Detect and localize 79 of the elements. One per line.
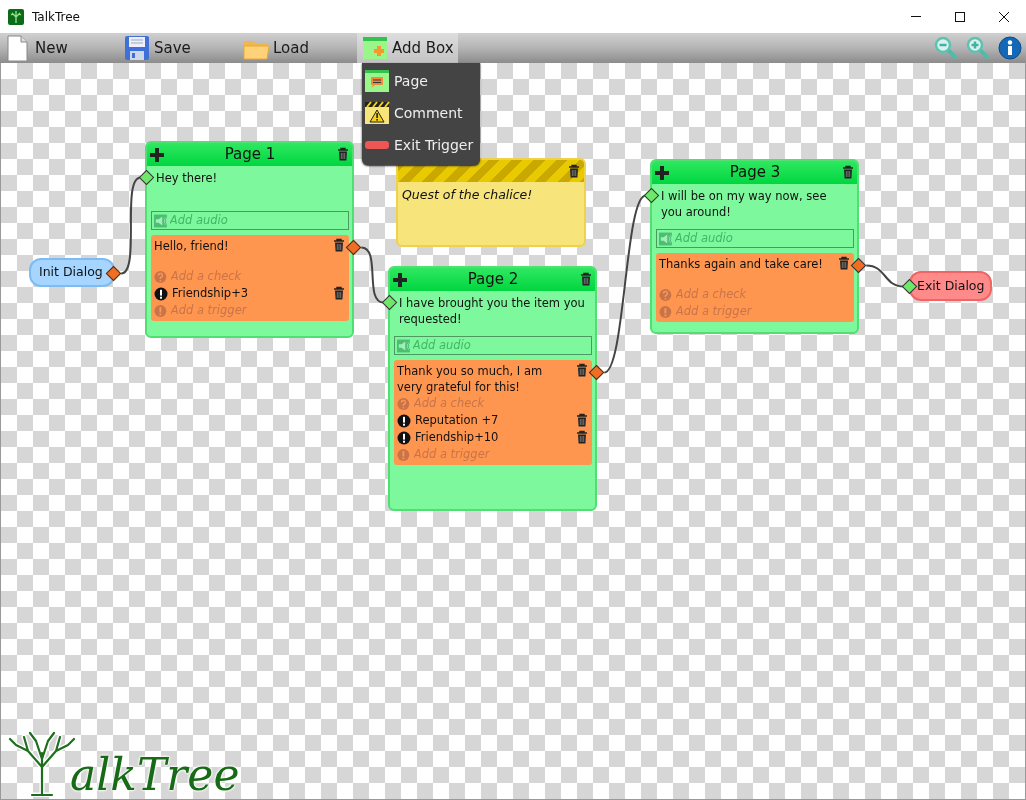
new-button[interactable]: New bbox=[0, 33, 119, 63]
zoom-in-button[interactable] bbox=[966, 36, 990, 60]
exit-node-label: Exit Dialog bbox=[917, 276, 985, 295]
zoom-out-button[interactable] bbox=[934, 36, 958, 60]
document-icon bbox=[5, 35, 31, 61]
question-icon bbox=[659, 287, 672, 302]
menu-item[interactable]: Comment bbox=[362, 97, 480, 129]
response-text: Thank you so much, I am very grateful for this! bbox=[397, 363, 544, 395]
output-port[interactable] bbox=[850, 257, 867, 274]
output-port[interactable] bbox=[345, 239, 362, 256]
alert-icon bbox=[154, 286, 168, 301]
trigger-text: Friendship+3 bbox=[172, 284, 250, 302]
delete-button[interactable] bbox=[575, 413, 589, 428]
delete-button[interactable] bbox=[575, 363, 589, 378]
delete-button[interactable] bbox=[332, 238, 346, 253]
delete-button[interactable] bbox=[837, 256, 851, 271]
add-button[interactable] bbox=[150, 146, 164, 163]
input-port[interactable] bbox=[643, 187, 660, 204]
question-icon bbox=[397, 396, 410, 411]
speaker-icon bbox=[154, 213, 167, 228]
add-box-icon bbox=[362, 35, 388, 61]
maximize-icon bbox=[954, 10, 966, 23]
trigger-text: Reputation +7 bbox=[415, 411, 500, 429]
close-icon bbox=[998, 10, 1010, 23]
question-icon bbox=[154, 269, 167, 284]
warning-icon bbox=[364, 101, 390, 125]
trash-icon bbox=[841, 165, 855, 180]
add-box-button[interactable]: Add Box bbox=[357, 33, 458, 63]
delete-button[interactable] bbox=[575, 430, 589, 445]
trash-icon bbox=[575, 363, 589, 378]
add-button[interactable] bbox=[655, 164, 669, 181]
plus-icon bbox=[393, 271, 407, 288]
menu-item[interactable]: Exit Trigger bbox=[362, 129, 480, 161]
output-port[interactable] bbox=[105, 265, 122, 282]
minimize-icon bbox=[911, 16, 921, 17]
trigger-text: Friendship+10 bbox=[415, 428, 500, 446]
alert-icon bbox=[397, 413, 411, 428]
page-title: Page 1 bbox=[224, 144, 276, 166]
menu-item[interactable]: Page bbox=[362, 65, 480, 97]
dialogue-text: I have brought you the item you requested! bbox=[394, 295, 592, 331]
info-button[interactable] bbox=[998, 36, 1022, 60]
trash-icon bbox=[575, 413, 589, 428]
trash-icon bbox=[567, 163, 581, 179]
trash-icon bbox=[332, 238, 346, 253]
comment-text: Quest of the chalice! bbox=[401, 186, 534, 204]
alert-icon bbox=[397, 430, 411, 445]
logo-text: alkTree bbox=[70, 753, 240, 797]
app-icon bbox=[8, 8, 24, 25]
delete-button[interactable] bbox=[332, 286, 346, 301]
delete-button[interactable] bbox=[841, 165, 855, 180]
window-title: TalkTree bbox=[32, 8, 80, 26]
response-text: Hello, friend! bbox=[154, 238, 230, 255]
trash-icon bbox=[579, 272, 593, 287]
dialogue-text: I will be on my way now, see you around! bbox=[656, 188, 854, 224]
connector-line bbox=[360, 246, 385, 304]
load-button[interactable]: Load bbox=[238, 33, 357, 63]
trash-icon bbox=[336, 147, 350, 162]
connector-line bbox=[865, 264, 905, 288]
response-text: Thanks again and take care! bbox=[659, 256, 824, 273]
plus-icon bbox=[655, 164, 669, 181]
speaker-icon bbox=[397, 338, 410, 353]
trash-icon bbox=[837, 256, 851, 271]
delete-button[interactable] bbox=[336, 147, 350, 162]
start-node-label: Init Dialog bbox=[39, 263, 103, 282]
dialogue-text: Hey there! bbox=[151, 170, 349, 206]
trash-icon bbox=[332, 286, 346, 301]
delete-button[interactable] bbox=[579, 272, 593, 287]
save-button[interactable]: Save bbox=[119, 33, 238, 63]
page-title: Page 3 bbox=[729, 162, 781, 184]
alert-icon bbox=[659, 304, 672, 319]
plus-icon bbox=[150, 146, 164, 163]
alert-icon bbox=[154, 303, 167, 318]
page-title: Page 2 bbox=[467, 269, 519, 291]
add-button[interactable] bbox=[393, 271, 407, 288]
trash-icon bbox=[575, 430, 589, 445]
page-icon bbox=[364, 69, 390, 93]
speaker-icon bbox=[659, 231, 672, 246]
output-port[interactable] bbox=[588, 364, 605, 381]
alert-icon bbox=[397, 447, 410, 462]
